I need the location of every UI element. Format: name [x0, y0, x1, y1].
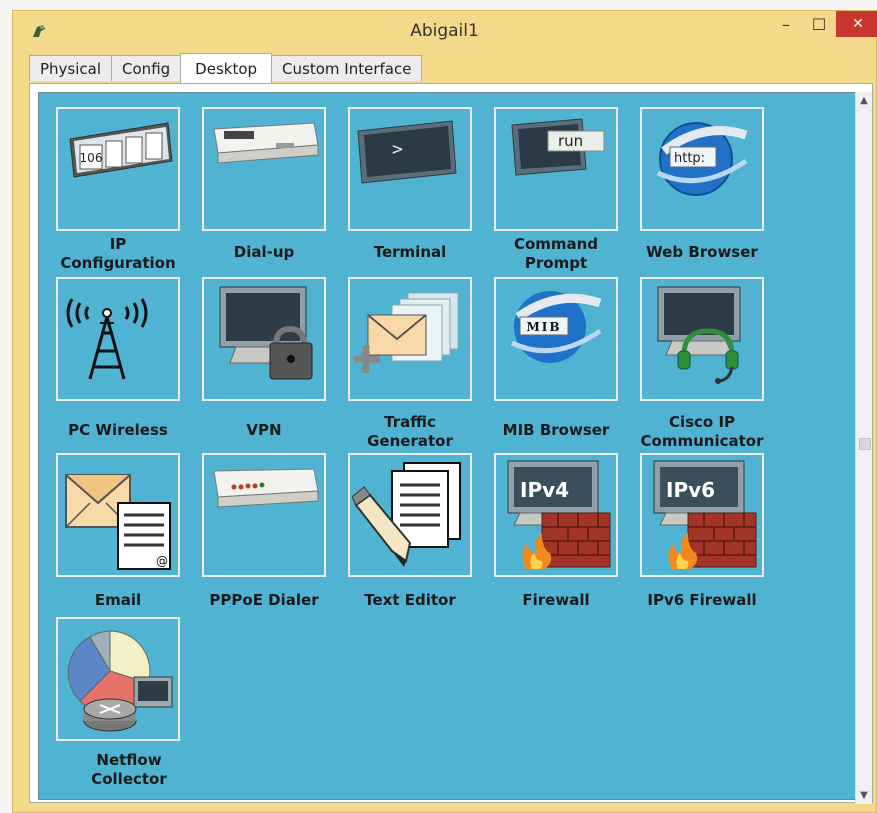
- modem-icon: [213, 122, 319, 164]
- app-window: Abigail1 – ☐ ✕ Physical Config Desktop C…: [0, 0, 877, 813]
- app-label: Terminal: [373, 243, 447, 261]
- tab-bar: Physical Config Desktop Custom Interface: [29, 53, 423, 83]
- vertical-scrollbar[interactable]: ▲ ▼: [855, 92, 872, 804]
- app-label: Command Prompt: [513, 235, 599, 272]
- app-label: MIB Browser: [502, 421, 610, 439]
- app-label: Web Browser: [646, 243, 758, 261]
- modem-leds-icon: [213, 468, 319, 508]
- mib-globe-icon: MIB: [510, 291, 602, 363]
- title-bar[interactable]: Abigail1 – ☐ ✕: [13, 11, 877, 51]
- tab-desktop[interactable]: Desktop: [180, 53, 273, 83]
- tab-config[interactable]: Config: [111, 55, 182, 81]
- scroll-up-button[interactable]: ▲: [856, 92, 872, 109]
- desktop-panel: 106 IP Configuration Dial-up > Terminal …: [38, 92, 856, 800]
- pencil-document-icon: [352, 462, 461, 567]
- close-button[interactable]: ✕: [836, 11, 877, 37]
- app-label: Email: [94, 591, 142, 609]
- app-label: Dial-up: [233, 243, 295, 261]
- ipv4-firewall-icon: IPv4: [507, 460, 611, 569]
- device-window: Abigail1 – ☐ ✕ Physical Config Desktop C…: [12, 10, 877, 813]
- wireless-tower-icon: [66, 298, 148, 380]
- terminal-prompt: >: [392, 139, 403, 160]
- terminal-icon: >: [357, 120, 457, 184]
- window-title: Abigail1: [410, 21, 479, 41]
- ip-config-icon: 106: [69, 122, 173, 178]
- app-label: Text Editor: [364, 591, 456, 609]
- ip-digits: 106: [80, 151, 103, 165]
- monitor-lock-icon: [219, 286, 313, 380]
- email-icon: @: [65, 474, 171, 570]
- tab-content: 106 IP Configuration Dial-up > Terminal …: [29, 83, 873, 804]
- headset-monitor-icon: [657, 286, 741, 384]
- app-label: PPPoE Dialer: [209, 591, 319, 609]
- ipv6-firewall-icon: IPv6: [653, 460, 757, 569]
- mib-text: MIB: [526, 320, 561, 334]
- command-prompt-icon: run: [511, 118, 605, 176]
- browser-globe-icon: http:: [656, 122, 748, 196]
- envelope-plus-icon: [354, 292, 459, 373]
- ipv6-text: IPv6: [666, 478, 715, 502]
- scroll-thumb[interactable]: [859, 438, 871, 450]
- app-label: PC Wireless: [68, 421, 168, 439]
- tab-custom-interface[interactable]: Custom Interface: [271, 55, 423, 81]
- app-label: Traffic Generator: [367, 413, 453, 450]
- minimize-button[interactable]: –: [771, 15, 801, 41]
- app-label: VPN: [246, 421, 282, 439]
- app-label: IPv6 Firewall: [647, 591, 757, 609]
- app-label: Netflow Collector: [91, 751, 167, 788]
- tab-physical[interactable]: Physical: [29, 55, 113, 81]
- netflow-pie-icon: [67, 630, 173, 732]
- svg-text:@: @: [156, 554, 168, 568]
- http-text: http:: [674, 151, 705, 166]
- ipv4-text: IPv4: [520, 478, 569, 502]
- app-label: IP Configuration: [60, 235, 176, 272]
- run-text: run: [558, 132, 583, 150]
- app-label: Firewall: [522, 591, 590, 609]
- maximize-button[interactable]: ☐: [805, 15, 833, 41]
- app-label: Cisco IP Communicator: [640, 413, 764, 450]
- scroll-down-button[interactable]: ▼: [856, 787, 872, 804]
